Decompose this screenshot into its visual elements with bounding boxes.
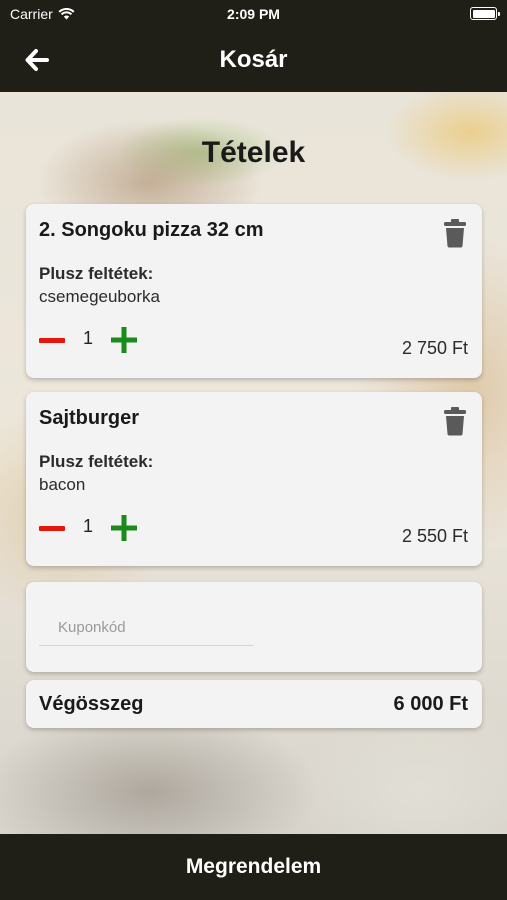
extras-value: bacon bbox=[39, 475, 86, 494]
battery-icon bbox=[470, 7, 500, 20]
increase-quantity-button[interactable] bbox=[111, 514, 137, 542]
delete-item-button[interactable] bbox=[442, 406, 468, 436]
quantity-value: 1 bbox=[82, 516, 93, 536]
item-price: 2 750 Ft bbox=[401, 338, 468, 358]
status-time: 2:09 PM bbox=[227, 6, 280, 22]
cart-item: Sajtburger Plusz feltétek: bacon 1 2 550… bbox=[26, 392, 482, 566]
item-name: Sajtburger bbox=[39, 407, 140, 429]
status-bar: Carrier 2:09 PM bbox=[0, 0, 507, 28]
decrease-quantity-button[interactable] bbox=[39, 516, 65, 542]
total-value: 6 000 Ft bbox=[393, 693, 468, 715]
item-name: 2. Songoku pizza 32 cm bbox=[39, 219, 264, 241]
order-button-label: Megrendelem bbox=[185, 855, 322, 878]
extras-label: Plusz feltétek: bbox=[39, 264, 154, 283]
minus-icon bbox=[39, 526, 65, 531]
minus-icon bbox=[39, 338, 65, 343]
total-card: Végösszeg 6 000 Ft bbox=[26, 680, 482, 728]
decrease-quantity-button[interactable] bbox=[39, 328, 65, 354]
plus-icon bbox=[111, 327, 137, 353]
coupon-input[interactable] bbox=[39, 610, 254, 646]
increase-quantity-button[interactable] bbox=[111, 326, 137, 354]
section-title: Tételek bbox=[201, 136, 306, 169]
total-label: Végösszeg bbox=[39, 693, 144, 715]
quantity-value: 1 bbox=[82, 328, 93, 348]
nav-bar: Kosár bbox=[0, 28, 507, 92]
cart-content: Tételek 2. Songoku pizza 32 cm Plusz fel… bbox=[0, 92, 507, 834]
delete-item-button[interactable] bbox=[442, 218, 468, 248]
trash-icon bbox=[444, 407, 466, 436]
order-button[interactable]: Megrendelem bbox=[0, 834, 507, 900]
extras-label: Plusz feltétek: bbox=[39, 452, 154, 471]
page-title: Kosár bbox=[219, 46, 288, 73]
cart-item: 2. Songoku pizza 32 cm Plusz feltétek: c… bbox=[26, 204, 482, 378]
coupon-card bbox=[26, 582, 482, 672]
extras-value: csemegeuborka bbox=[39, 287, 160, 306]
trash-icon bbox=[444, 219, 466, 248]
item-price: 2 550 Ft bbox=[401, 526, 468, 546]
plus-icon bbox=[111, 515, 137, 541]
